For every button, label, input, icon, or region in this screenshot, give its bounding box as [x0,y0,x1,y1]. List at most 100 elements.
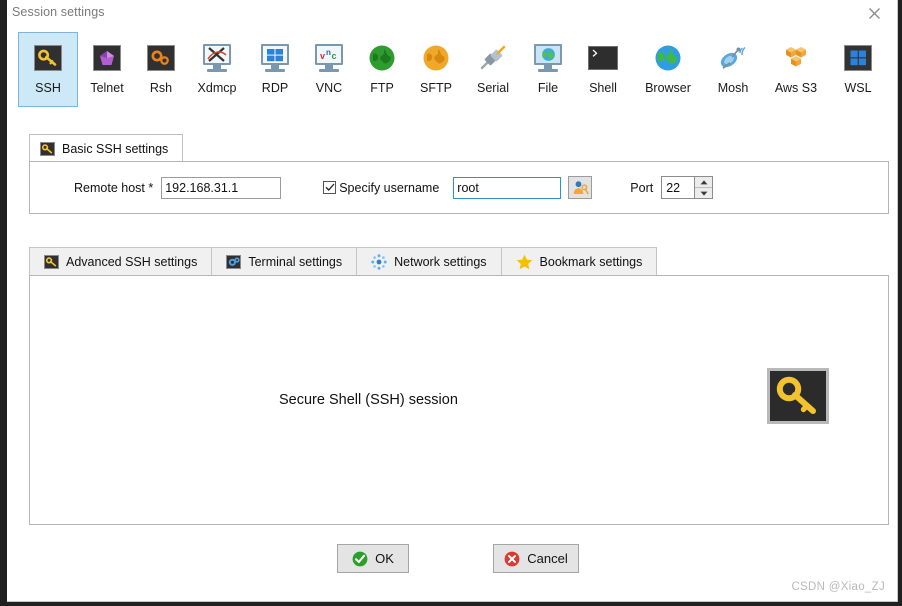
cancel-button[interactable]: Cancel [493,544,579,573]
browser-globe-icon [652,42,684,74]
protocol-item-vnc[interactable]: v n c VNC [302,32,356,107]
serial-plug-icon [477,42,509,74]
ssh-settings-content-panel: Secure Shell (SSH) session [29,275,889,525]
protocol-label: Serial [477,81,509,95]
shell-terminal-icon [587,42,619,74]
user-key-icon [573,180,589,194]
rdp-monitor-icon [259,42,291,74]
session-description: Secure Shell (SSH) session [279,392,458,408]
check-icon [325,183,335,191]
protocol-label: WSL [844,81,872,95]
window-title: Session settings [12,5,105,19]
protocol-label: Shell [589,81,617,95]
tab-label: Network settings [394,255,487,269]
basic-settings-tabstrip: Basic SSH settings [29,134,889,162]
protocol-item-mosh[interactable]: Mosh [704,32,762,107]
protocol-item-serial[interactable]: Serial [464,32,522,107]
select-user-button[interactable] [568,176,593,199]
protocol-item-sftp[interactable]: SFTP [408,32,464,107]
protocol-label: SFTP [420,81,452,95]
port-stepper[interactable] [661,176,714,199]
protocol-label: FTP [370,81,394,95]
protocol-item-wsl[interactable]: WSL [830,32,886,107]
screen: Session settings SSH Telnet Rsh Xdmcp RD… [0,0,902,606]
lower-tabstrip: Advanced SSH settings Terminal settings [29,246,889,276]
protocol-item-rsh[interactable]: Rsh [136,32,186,107]
protocol-label: Mosh [717,81,749,95]
remote-host-label: Remote host * [74,180,154,195]
protocol-item-aws-s3[interactable]: Aws S3 [762,32,830,107]
ok-button[interactable]: OK [337,544,409,573]
tab-label: Basic SSH settings [62,141,169,156]
wsl-windows-icon [842,42,874,74]
telnet-crystal-icon [91,42,123,74]
desktop-bottom-strip [0,602,902,606]
tab-terminal-settings[interactable]: Terminal settings [211,247,358,276]
tab-label: Bookmark settings [539,255,643,269]
protocol-item-browser[interactable]: Browser [632,32,704,107]
x-circle-icon [504,551,520,566]
checkbox-box[interactable] [323,181,337,194]
username-input[interactable] [453,176,562,199]
port-label: Port [630,180,654,195]
rsh-gears-icon [145,42,177,74]
close-button[interactable] [853,0,895,26]
svg-text:v: v [320,51,325,61]
xdmcp-monitor-icon [201,42,233,74]
protocol-item-xdmcp[interactable]: Xdmcp [186,32,248,107]
port-spinner-up[interactable] [695,177,713,188]
network-dots-icon [371,254,387,270]
ssh-key-large-icon [767,368,829,424]
protocol-item-file[interactable]: File [522,32,574,107]
tab-advanced-ssh-settings[interactable]: Advanced SSH settings [29,247,213,276]
close-icon [868,7,880,19]
protocol-toolbar: SSH Telnet Rsh Xdmcp RDP v n c VNC FTP S… [18,32,886,116]
protocol-label: Rsh [149,81,173,95]
cancel-label: Cancel [527,551,568,566]
port-spinner-down[interactable] [695,188,713,198]
key-icon [40,141,55,156]
tab-label: Terminal settings [248,255,343,269]
basic-settings-panel: Remote host * Specify username [29,161,889,214]
star-icon [516,254,533,270]
check-circle-icon [352,551,368,566]
specify-username-checkbox[interactable]: Specify username [323,181,439,195]
ssh-key-icon [32,42,64,74]
aws-s3-cubes-icon [780,42,812,74]
spinner-down-icon [700,191,708,196]
port-input[interactable] [662,177,695,198]
protocol-item-rdp[interactable]: RDP [248,32,302,107]
tab-basic-ssh-settings[interactable]: Basic SSH settings [29,134,184,162]
ok-label: OK [375,551,394,566]
protocol-item-shell[interactable]: Shell [574,32,632,107]
protocol-label: Browser [645,81,691,95]
protocol-label: SSH [35,81,61,95]
svg-text:c: c [332,51,337,61]
protocol-label: Xdmcp [197,81,237,95]
protocol-item-ftp[interactable]: FTP [356,32,408,107]
protocol-label: File [537,81,559,95]
spinner-up-icon [700,179,708,184]
mosh-satellite-icon [717,42,749,74]
session-settings-dialog: Session settings SSH Telnet Rsh Xdmcp RD… [7,0,898,602]
basic-field-row: Remote host * Specify username [30,162,888,213]
protocol-label: RDP [261,81,289,95]
ftp-globe-green-icon [366,42,398,74]
protocol-item-telnet[interactable]: Telnet [78,32,136,107]
protocol-item-ssh[interactable]: SSH [18,32,78,107]
terminal-gear-icon [226,255,242,269]
sftp-globe-orange-icon [420,42,452,74]
desktop-right-strip [898,0,902,606]
svg-text:n: n [326,48,331,57]
tab-network-settings[interactable]: Network settings [356,247,502,276]
tab-bookmark-settings[interactable]: Bookmark settings [500,247,658,276]
protocol-label: VNC [315,81,343,95]
file-monitor-globe-icon [532,42,564,74]
specify-username-label: Specify username [339,180,440,195]
remote-host-input[interactable] [161,176,282,199]
port-spinner-buttons[interactable] [694,177,713,198]
watermark: CSDN @Xiao_ZJ [791,581,885,593]
key-icon [44,255,59,269]
desktop-left-strip [0,0,7,606]
title-bar: Session settings [7,0,897,28]
